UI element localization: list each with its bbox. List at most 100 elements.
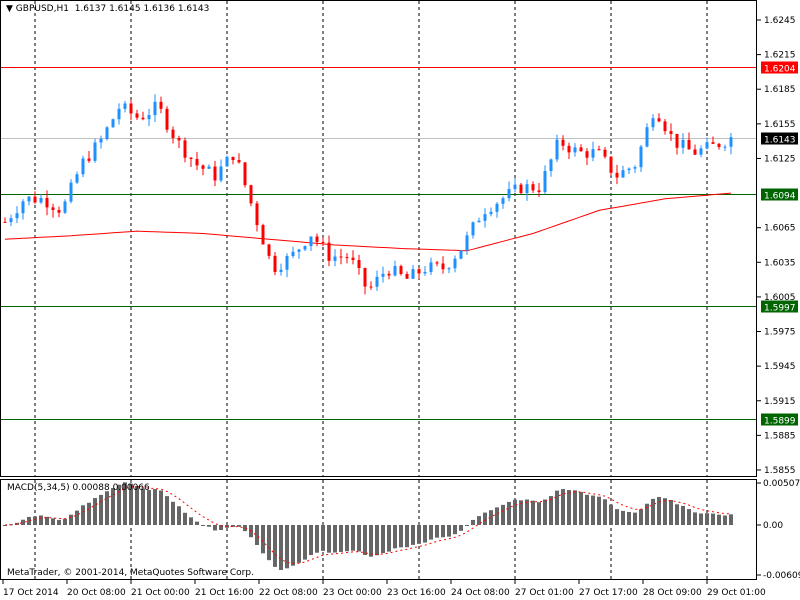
macd-histogram-bar bbox=[33, 516, 37, 525]
open-value: 1.6137 bbox=[74, 4, 107, 14]
candle-body bbox=[561, 139, 565, 146]
candle-body bbox=[183, 140, 187, 158]
candle-body bbox=[633, 167, 637, 169]
macd-histogram-bar bbox=[351, 525, 355, 551]
macd-histogram-bar bbox=[399, 525, 403, 548]
candle-body bbox=[699, 148, 703, 155]
candle-body bbox=[537, 190, 541, 193]
price-axis-label: 1.6215 bbox=[764, 51, 796, 61]
candle-body bbox=[447, 268, 451, 270]
candle-body bbox=[513, 184, 517, 190]
macd-histogram-bar bbox=[627, 511, 631, 525]
macd-histogram-bar bbox=[387, 525, 391, 552]
macd-histogram-bar bbox=[213, 525, 217, 531]
candle-body bbox=[243, 162, 247, 186]
macd-histogram-bar bbox=[579, 491, 583, 525]
time-axis-label: 27 Oct 17:00 bbox=[579, 588, 638, 598]
macd-histogram-bar bbox=[453, 525, 457, 535]
candle-body bbox=[267, 244, 271, 256]
candle-body bbox=[195, 158, 199, 166]
price-axis-label: 1.6155 bbox=[764, 120, 796, 130]
macd-histogram-bar bbox=[255, 525, 259, 546]
macd-axis-label: 0.00507 bbox=[763, 479, 800, 489]
candle-body bbox=[93, 142, 97, 161]
candle-body bbox=[279, 269, 283, 272]
candle-body bbox=[459, 250, 463, 259]
macd-histogram-bar bbox=[339, 525, 343, 552]
candle-body bbox=[207, 166, 211, 169]
candle-body bbox=[273, 255, 277, 272]
level-price-label: 1.5997 bbox=[764, 304, 796, 314]
candle-body bbox=[297, 249, 301, 252]
price-axis-label: 1.6005 bbox=[764, 293, 796, 303]
macd-histogram-bar bbox=[243, 525, 247, 532]
macd-histogram-bar bbox=[723, 515, 727, 525]
level-price-label: 1.6143 bbox=[764, 136, 796, 146]
candle-body bbox=[471, 222, 475, 236]
candle-body bbox=[57, 210, 61, 213]
macd-histogram-bar bbox=[717, 514, 721, 525]
macd-histogram-bar bbox=[195, 521, 199, 525]
macd-histogram-bar bbox=[639, 509, 643, 525]
macd-histogram-bar bbox=[393, 525, 397, 549]
candle-body bbox=[495, 203, 499, 212]
macd-histogram-bar bbox=[543, 499, 547, 525]
macd-histogram-bar bbox=[105, 491, 109, 525]
candle-body bbox=[309, 236, 313, 247]
candle-body bbox=[339, 256, 343, 258]
candle-body bbox=[489, 211, 493, 215]
macd-histogram-bar bbox=[261, 525, 265, 554]
price-axis-label: 1.6245 bbox=[764, 16, 796, 26]
candle-body bbox=[333, 256, 337, 261]
candle-body bbox=[225, 156, 229, 167]
candle-body bbox=[681, 139, 685, 148]
macd-histogram-bar bbox=[435, 525, 439, 538]
macd-histogram-bar bbox=[663, 498, 667, 525]
price-axis-label: 1.5885 bbox=[764, 431, 796, 441]
candle-body bbox=[177, 137, 181, 141]
macd-histogram-bar bbox=[63, 518, 67, 525]
candle-body bbox=[531, 184, 535, 191]
macd-histogram-bar bbox=[555, 490, 559, 525]
macd-histogram-bar bbox=[687, 509, 691, 525]
macd-histogram-bar bbox=[681, 505, 685, 525]
candle-body bbox=[393, 266, 397, 276]
candle-body bbox=[315, 236, 319, 242]
price-axis-label: 1.6125 bbox=[764, 154, 796, 164]
macd-histogram-bar bbox=[501, 504, 505, 525]
candle-body bbox=[3, 221, 7, 223]
macd-histogram-bar bbox=[651, 498, 655, 525]
candle-body bbox=[321, 241, 325, 243]
macd-histogram-bar bbox=[237, 525, 241, 527]
candle-body bbox=[147, 115, 151, 120]
candle-body bbox=[507, 189, 511, 199]
candle-body bbox=[141, 117, 145, 120]
macd-histogram-bar bbox=[39, 515, 43, 525]
main-panel-frame bbox=[0, 0, 757, 477]
macd-histogram-bar bbox=[81, 505, 85, 525]
collapse-triangle-icon[interactable]: ▼ bbox=[6, 4, 13, 14]
candle-body bbox=[435, 262, 439, 264]
macd-histogram-bar bbox=[333, 525, 337, 553]
macd-histogram-bar bbox=[87, 502, 91, 525]
candle-body bbox=[81, 158, 85, 175]
level-price-label: 1.5899 bbox=[764, 417, 796, 427]
macd-histogram-bar bbox=[417, 525, 421, 544]
time-axis-label: 20 Oct 08:00 bbox=[67, 588, 126, 598]
candle-body bbox=[405, 274, 409, 279]
macd-histogram-bar bbox=[291, 525, 295, 566]
candle-body bbox=[123, 103, 127, 109]
candle-body bbox=[543, 171, 547, 193]
macd-histogram-bar bbox=[147, 490, 151, 525]
candle-body bbox=[327, 242, 331, 261]
macd-histogram-bar bbox=[285, 525, 289, 569]
candle-body bbox=[657, 118, 661, 122]
macd-histogram-bar bbox=[525, 499, 529, 525]
macd-histogram-bar bbox=[315, 525, 319, 553]
macd-histogram-bar bbox=[657, 496, 661, 525]
candle-body bbox=[621, 170, 625, 178]
macd-histogram-bar bbox=[279, 525, 283, 570]
candle-body bbox=[687, 139, 691, 150]
candle-body bbox=[477, 220, 481, 223]
price-chart[interactable]: 1.6204 1.6143 1.6094 1.5997 1.5899 1.6245 1.62… bbox=[0, 0, 800, 600]
